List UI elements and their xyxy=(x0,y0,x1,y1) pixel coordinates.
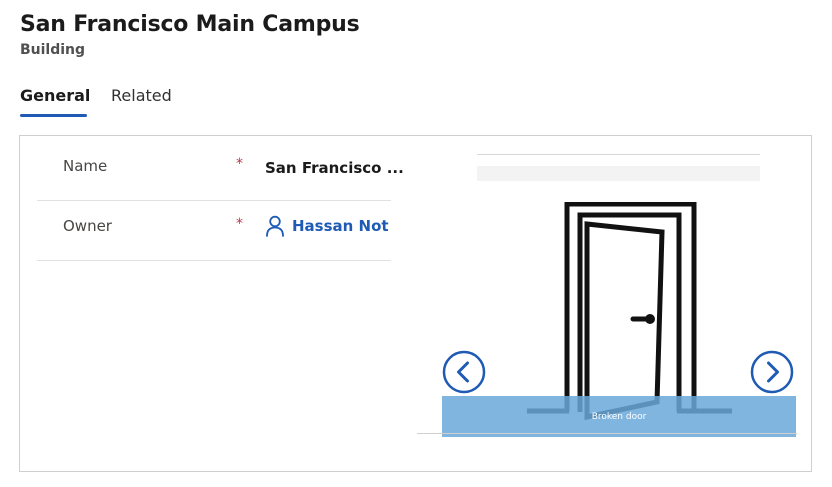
image-caption: Broken door xyxy=(591,412,647,422)
document-preview-field xyxy=(477,166,760,181)
tab-general[interactable]: General xyxy=(20,86,90,105)
door-image xyxy=(527,202,732,421)
owner-label: Owner xyxy=(63,217,112,235)
name-label: Name xyxy=(63,157,108,175)
record-title: San Francisco Main Campus xyxy=(20,12,360,37)
image-viewer: Broken door xyxy=(417,144,797,437)
name-field-row: Name * San Francisco ... xyxy=(37,140,404,201)
required-marker: * xyxy=(236,216,243,232)
required-marker: * xyxy=(236,156,243,172)
chevron-right-circle-icon[interactable] xyxy=(750,350,794,394)
owner-field-row: Owner * Hassan Not xyxy=(37,200,391,261)
record-entity-type: Building xyxy=(20,42,86,58)
owner-lookup-link[interactable]: Hassan Not xyxy=(265,215,389,237)
chevron-left-circle-icon[interactable] xyxy=(442,350,486,394)
owner-value: Hassan Not xyxy=(292,217,389,235)
tab-selected-indicator xyxy=(20,114,87,117)
person-icon xyxy=(266,215,284,237)
tab-related[interactable]: Related xyxy=(111,86,172,105)
name-value[interactable]: San Francisco ... xyxy=(265,159,404,177)
image-viewer-divider xyxy=(417,433,797,434)
general-section: Name * San Francisco ... Owner * Hassan … xyxy=(19,135,812,472)
document-preview-rule xyxy=(477,154,760,155)
